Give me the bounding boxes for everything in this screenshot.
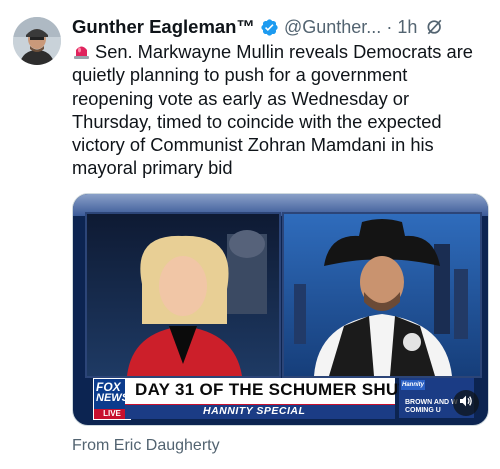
tweet-text: Sen. Markwayne Mullin reveals Democrats … [72, 40, 490, 180]
siren-emoji-icon [72, 42, 91, 60]
volume-icon [458, 393, 474, 414]
author-handle[interactable]: @Gunther... [284, 17, 381, 38]
verified-badge-icon[interactable] [260, 18, 279, 37]
promo-line2: COMING U [405, 407, 441, 414]
grok-icon[interactable] [425, 17, 445, 37]
tweet-body: Sen. Markwayne Mullin reveals Democrats … [72, 41, 473, 179]
timestamp[interactable]: 1h [397, 17, 417, 38]
promo-badge: Hannity [401, 380, 425, 390]
video-left-panel [85, 212, 281, 378]
media-attribution[interactable]: From Eric Daugherty [72, 437, 220, 455]
avatar[interactable] [13, 17, 61, 65]
tweet-card[interactable]: Gunther Eagleman™ @Gunther... · 1h Sen. … [0, 0, 500, 469]
author-name[interactable]: Gunther Eagleman™ [72, 16, 255, 38]
separator-dot: · [386, 16, 393, 37]
volume-button[interactable] [453, 390, 479, 416]
promo-line1: BROWN AND W [405, 399, 458, 406]
tweet-header: Gunther Eagleman™ @Gunther... · 1h [72, 15, 488, 39]
video-media[interactable]: FOX NEWS LIVE DAY 31 OF THE SCHUMER SHUT… [72, 193, 489, 426]
chyron-subline: HANNITY SPECIAL [203, 405, 306, 417]
video-right-panel [282, 212, 482, 378]
